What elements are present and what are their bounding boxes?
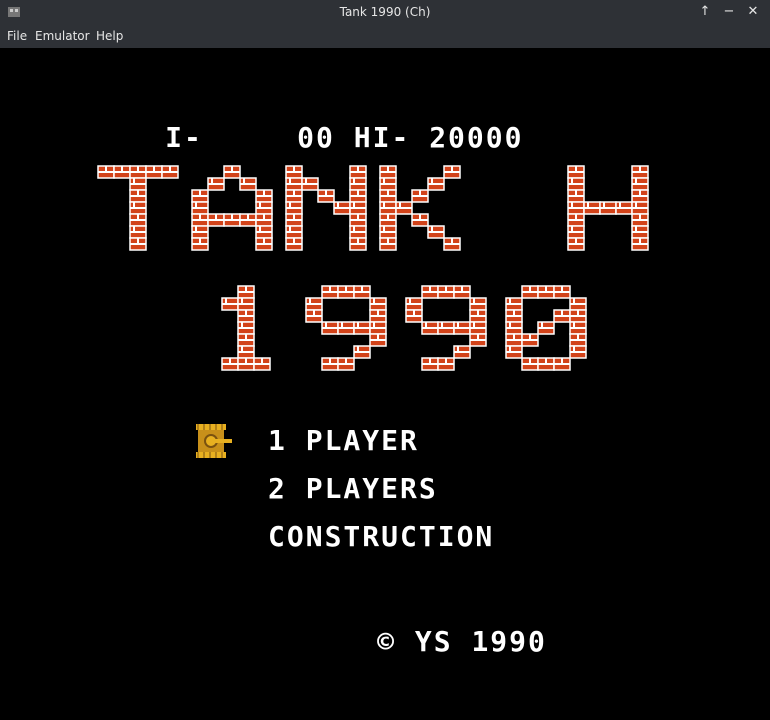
- close-icon[interactable]: ✕: [744, 3, 762, 21]
- copyright-line: © YS 1990: [264, 592, 547, 691]
- minimize-icon[interactable]: −: [720, 3, 738, 21]
- copyright-symbol: ©: [377, 625, 397, 658]
- menu-option-2-players[interactable]: 2 PLAYERS: [268, 472, 438, 505]
- copyright-text: YS 1990: [414, 625, 547, 658]
- maximize-icon[interactable]: ↑: [696, 3, 714, 21]
- menu-emulator[interactable]: Emulator: [35, 29, 90, 43]
- game-screen: I- 00 HI- 20000 1 PLAYER 2 PLAYERS CONST…: [2, 48, 768, 718]
- menu-option-1-player[interactable]: 1 PLAYER: [268, 424, 419, 457]
- emulator-window: Tank 1990 (Ch) ↑ − ✕ File Emulator Help …: [0, 0, 770, 720]
- menu-help[interactable]: Help: [96, 29, 123, 43]
- title-bar: Tank 1990 (Ch) ↑ − ✕: [0, 0, 770, 24]
- tank-cursor-icon: [196, 424, 232, 458]
- window-title: Tank 1990 (Ch): [339, 5, 431, 19]
- menu-option-construction[interactable]: CONSTRUCTION: [268, 520, 494, 553]
- menu-file[interactable]: File: [7, 29, 27, 43]
- menu-bar: File Emulator Help: [0, 24, 770, 48]
